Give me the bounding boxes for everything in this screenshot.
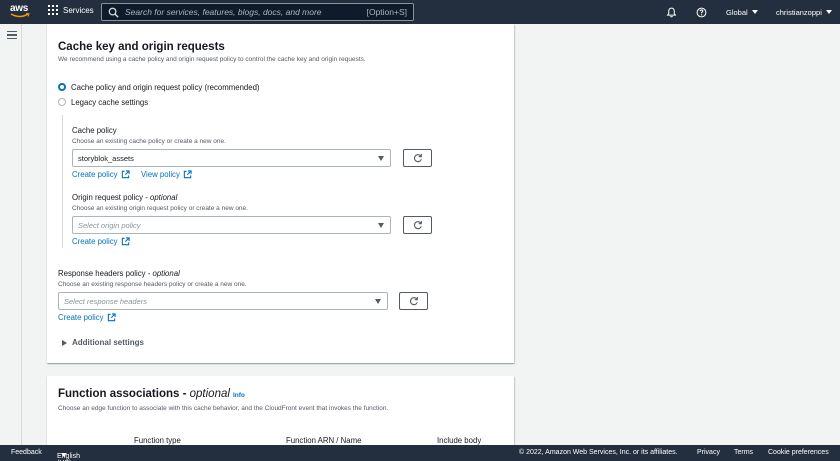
section-description: We recommend using a cache policy and or… (58, 56, 366, 63)
services-menu-button[interactable]: Services (48, 5, 94, 15)
cache-policy-select[interactable]: storyblok_assets (72, 149, 391, 167)
origin-create-policy-label: Create policy (72, 237, 118, 246)
refresh-icon (413, 221, 422, 230)
column-header-include-body: Include body (437, 436, 482, 445)
refresh-icon (409, 297, 418, 306)
region-selector[interactable]: Global (726, 0, 758, 24)
copyright-text: © 2022, Amazon Web Services, Inc. or its… (519, 449, 678, 456)
services-grid-icon (48, 5, 58, 15)
caret-right-icon (62, 339, 67, 346)
section-title: Cache key and origin requests (58, 41, 225, 53)
chevron-down-icon (825, 10, 832, 14)
search-shortcut: [Option+S] (366, 7, 407, 17)
function-section-description: Choose an edge function to associate wit… (58, 405, 389, 412)
chevron-down-icon (61, 453, 67, 457)
info-link[interactable]: Info (233, 392, 245, 399)
cache-policy-refresh-button[interactable] (403, 149, 432, 167)
dropdown-caret-icon (378, 223, 384, 228)
services-label: Services (63, 5, 94, 15)
notifications-button[interactable] (666, 0, 677, 24)
help-button[interactable] (696, 0, 707, 24)
response-create-policy-link[interactable]: Create policy (58, 313, 116, 322)
region-label: Global (726, 7, 748, 17)
privacy-link[interactable]: Privacy (697, 449, 720, 456)
nested-options-divider (62, 115, 63, 248)
external-link-icon (183, 170, 192, 179)
response-headers-select[interactable]: Select response headers (58, 292, 388, 310)
cache-key-panel: Cache key and origin requests We recomme… (47, 24, 514, 363)
radio-legacy[interactable] (58, 98, 66, 106)
help-icon (696, 7, 707, 17)
account-username: christianzoppi (776, 7, 822, 17)
cache-create-policy-link[interactable]: Create policy (72, 170, 130, 179)
response-headers-placeholder: Select response headers (64, 296, 147, 306)
left-rail (0, 24, 22, 445)
additional-settings-expander[interactable]: Additional settings (62, 338, 144, 347)
radio-legacy-label[interactable]: Legacy cache settings (71, 98, 148, 107)
external-link-icon (121, 170, 130, 179)
cache-policy-label: Cache policy (72, 126, 117, 135)
cache-policy-value: storyblok_assets (78, 153, 134, 163)
cache-view-policy-label: View policy (141, 170, 180, 179)
feedback-link[interactable]: Feedback (11, 449, 42, 456)
origin-policy-description: Choose an existing origin request policy… (72, 205, 248, 212)
menu-icon[interactable] (7, 31, 17, 39)
origin-policy-label: Origin request policy - optional (72, 193, 178, 202)
response-headers-refresh-button[interactable] (399, 292, 428, 310)
response-headers-description: Choose an existing response headers poli… (58, 281, 247, 288)
origin-policy-select[interactable]: Select origin policy (72, 216, 391, 234)
external-link-icon (107, 313, 116, 322)
column-header-function-type: Function type (134, 436, 181, 445)
cache-create-policy-label: Create policy (72, 170, 118, 179)
cache-view-policy-link[interactable]: View policy (141, 170, 192, 179)
function-section-title: Function associations - optional Info (58, 388, 245, 400)
search-placeholder: Search for services, features, blogs, do… (125, 7, 322, 17)
footer: Feedback English (US) © 2022, Amazon Web… (0, 445, 840, 461)
origin-policy-placeholder: Select origin policy (78, 220, 141, 230)
origin-create-policy-link[interactable]: Create policy (72, 237, 130, 246)
cache-policy-description: Choose an existing cache policy or creat… (72, 138, 226, 145)
aws-logo[interactable]: aws (10, 4, 32, 20)
dropdown-caret-icon (375, 299, 381, 304)
response-create-policy-label: Create policy (58, 313, 104, 322)
cookie-preferences-link[interactable]: Cookie preferences (768, 449, 829, 456)
external-link-icon (121, 237, 130, 246)
account-menu[interactable]: christianzoppi (776, 0, 832, 24)
chevron-down-icon (751, 10, 758, 14)
radio-recommended[interactable] (58, 83, 66, 91)
response-headers-label: Response headers policy - optional (58, 269, 180, 278)
global-search-input[interactable]: Search for services, features, blogs, do… (101, 3, 414, 21)
top-navigation: aws Services Search for services, featur… (0, 0, 840, 24)
radio-recommended-label[interactable]: Cache policy and origin request policy (… (71, 83, 260, 92)
additional-settings-label: Additional settings (72, 338, 144, 347)
column-header-function-arn: Function ARN / Name (286, 436, 362, 445)
origin-policy-refresh-button[interactable] (403, 216, 432, 234)
refresh-icon (413, 154, 422, 163)
search-icon (108, 7, 119, 18)
bell-icon (666, 7, 677, 17)
terms-link[interactable]: Terms (734, 449, 753, 456)
dropdown-caret-icon (378, 156, 384, 161)
function-associations-panel: Function associations - optional Info Cho… (47, 376, 514, 456)
